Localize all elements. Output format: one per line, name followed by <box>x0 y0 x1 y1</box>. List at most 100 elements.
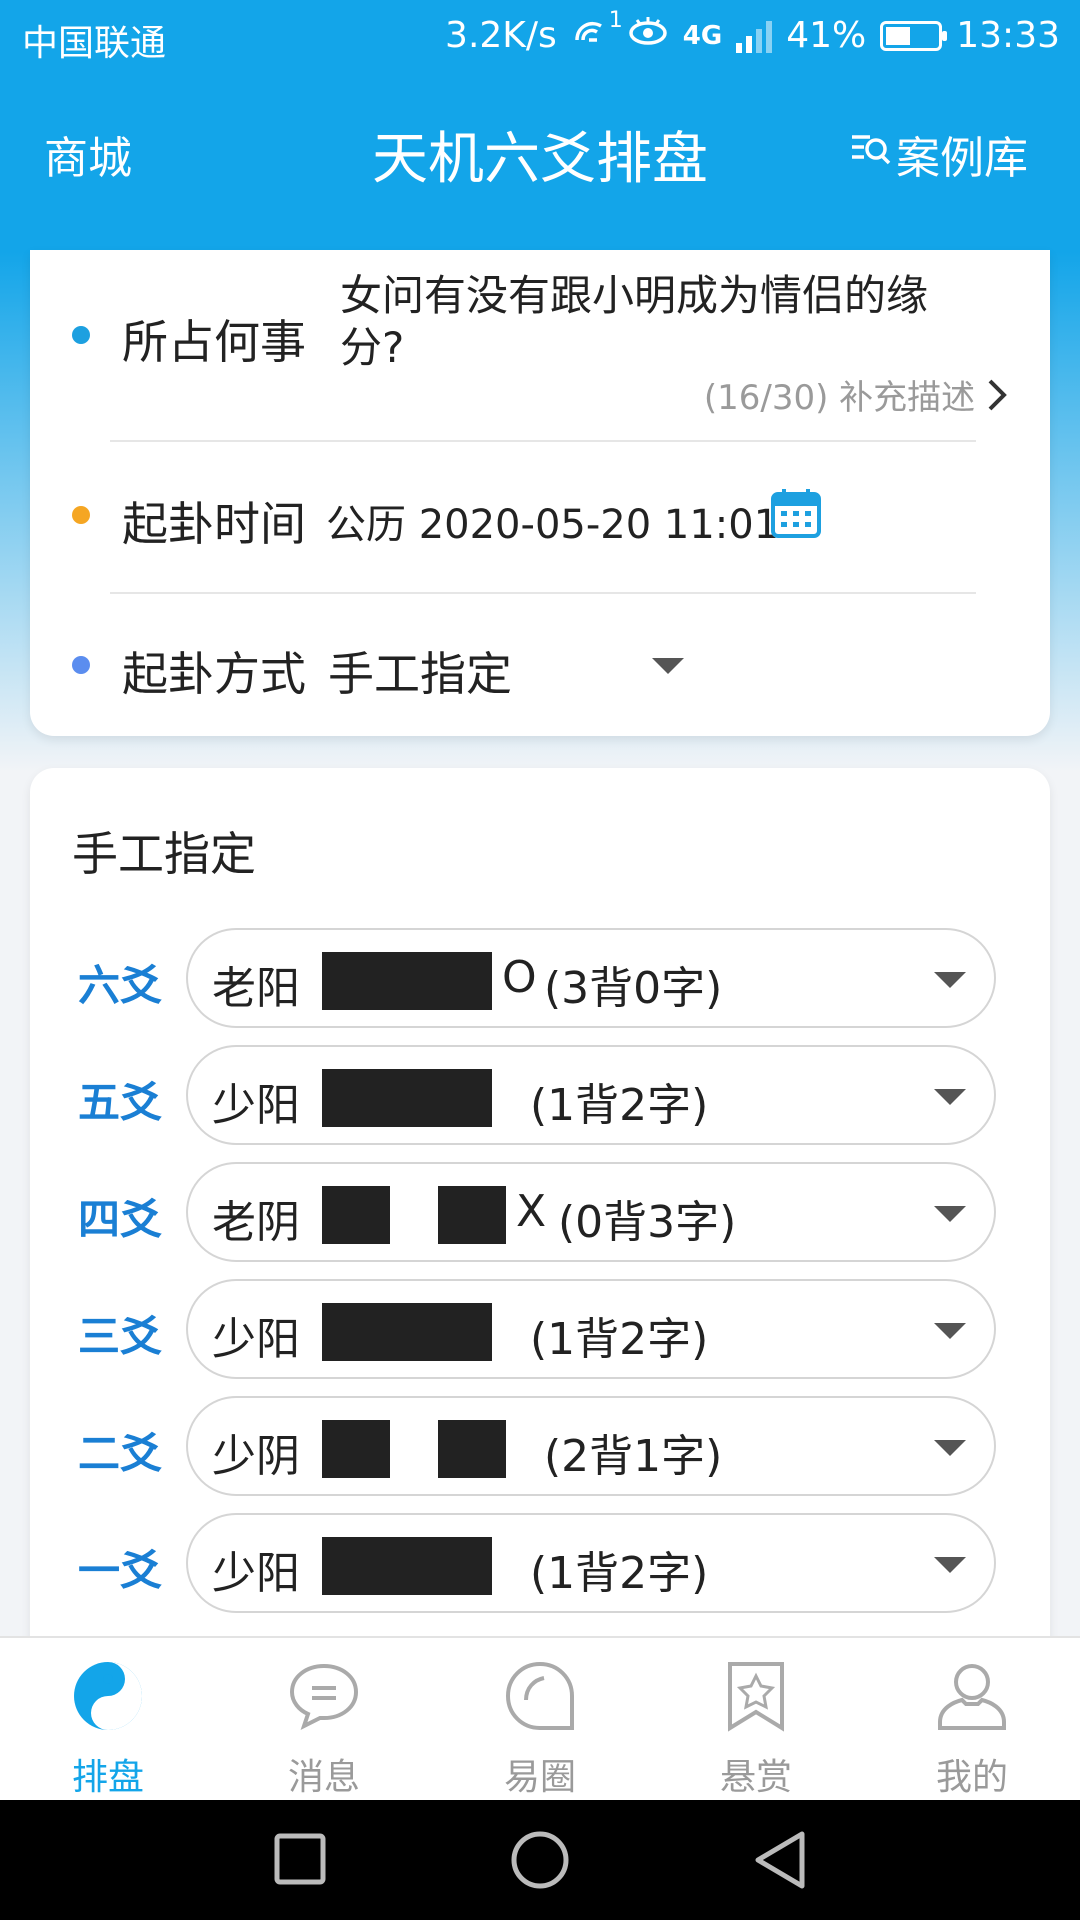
yao-row-1: 一爻 少阳 (1背2字) <box>30 1513 1050 1617</box>
yao-row-3: 三爻 少阳 (1背2字) <box>30 1279 1050 1383</box>
signal-icon <box>736 19 773 53</box>
tab-label: 易圈 <box>503 1757 576 1798</box>
dropdown-caret-icon <box>934 1089 966 1105</box>
yao-count: (2背1字) <box>544 1431 723 1482</box>
dropdown-caret-icon <box>934 1323 966 1339</box>
subject-row: 所占何事 女问有没有跟小明成为情侣的缘分? (16/30) 补充描述 <box>30 250 1050 418</box>
carrier-name: 中国联通 <box>22 23 167 64</box>
yao-label: 三爻 <box>78 1312 163 1361</box>
supplement-description-link[interactable]: (16/30) 补充描述 <box>704 370 1010 422</box>
system-nav-bar <box>0 1800 1080 1920</box>
tab-label: 消息 <box>287 1757 360 1798</box>
chat-bubble-icon <box>288 1660 360 1732</box>
dropdown-caret-icon <box>934 1440 966 1456</box>
method-dot <box>72 656 90 674</box>
status-icons: 3.2K/s 1 4G 41% 13:33 <box>445 8 1060 57</box>
yao-name: 老阳 <box>212 963 300 1014</box>
yao-mark: O <box>502 952 537 1003</box>
chevron-right-icon <box>986 377 1010 422</box>
calendar-icon[interactable] <box>770 486 822 544</box>
time-dot <box>72 506 90 524</box>
yao-label: 五爻 <box>78 1078 163 1127</box>
yao-name: 少阴 <box>212 1431 300 1482</box>
yang-line <box>322 952 492 1010</box>
star-bookmark-icon <box>720 1660 792 1732</box>
divination-info-card: 所占何事 女问有没有跟小明成为情侣的缘分? (16/30) 补充描述 起卦时间 … <box>30 250 1050 736</box>
dropdown-caret-icon <box>934 1206 966 1222</box>
manual-yao-card: 手工指定 六爻 老阳 O (3背0字) 五爻 少阳 (1背2字) 四爻 老阴 X… <box>30 768 1050 1668</box>
yao-label: 六爻 <box>78 961 163 1010</box>
network-type: 4G <box>682 20 723 51</box>
yao-select[interactable]: 少阴 (2背1字) <box>186 1396 996 1496</box>
yao-label: 一爻 <box>78 1546 163 1595</box>
yao-name: 少阳 <box>212 1548 300 1599</box>
char-counter: (16/30) 补充描述 <box>703 378 976 418</box>
method-dropdown-icon[interactable] <box>652 658 684 674</box>
time-label: 起卦时间 <box>122 497 306 551</box>
eye-icon <box>627 14 669 57</box>
yao-row-5: 五爻 少阳 (1背2字) <box>30 1045 1050 1149</box>
yang-line <box>322 1069 492 1127</box>
yao-row-2: 二爻 少阴 (2背1字) <box>30 1396 1050 1500</box>
yao-row-4: 四爻 老阴 X (0背3字) <box>30 1162 1050 1266</box>
tab-label: 悬赏 <box>719 1757 792 1798</box>
yao-label: 四爻 <box>78 1195 163 1244</box>
method-label: 起卦方式 <box>122 647 306 701</box>
yao-select[interactable]: 老阴 X (0背3字) <box>186 1162 996 1262</box>
tab-messages[interactable]: 消息 <box>216 1638 432 1802</box>
dropdown-caret-icon <box>934 1557 966 1573</box>
bottom-tab-bar: 排盘 消息 易圈 悬赏 我的 <box>0 1636 1080 1802</box>
hotspot-icon: 1 <box>571 8 623 57</box>
time-row[interactable]: 起卦时间 公历 2020-05-20 11:01 <box>30 442 1050 592</box>
tab-label: 排盘 <box>71 1757 144 1798</box>
tab-yiquan[interactable]: 易圈 <box>432 1638 648 1802</box>
tab-label: 我的 <box>935 1757 1008 1798</box>
case-search-icon <box>848 127 892 182</box>
yao-count: (1背2字) <box>530 1080 709 1131</box>
circle-bubble-icon <box>504 1660 576 1732</box>
yao-select[interactable]: 少阳 (1背2字) <box>186 1045 996 1145</box>
app-header: 商城 天机六爻排盘 案例库 <box>0 72 1080 252</box>
dropdown-caret-icon <box>934 972 966 988</box>
yao-count: (3背0字) <box>544 963 723 1014</box>
hotspot-count: 1 <box>608 8 623 33</box>
person-icon <box>936 1660 1008 1732</box>
back-button[interactable] <box>752 1830 808 1894</box>
question-text[interactable]: 女问有没有跟小明成为情侣的缘分? <box>340 270 980 374</box>
yao-row-6: 六爻 老阳 O (3背0字) <box>30 928 1050 1032</box>
yin-line-right <box>438 1420 506 1478</box>
yinyang-icon <box>72 1660 144 1732</box>
tab-paipan[interactable]: 排盘 <box>0 1638 216 1802</box>
yao-count: (0背3字) <box>558 1197 737 1248</box>
yao-select[interactable]: 少阳 (1背2字) <box>186 1279 996 1379</box>
subject-dot <box>72 326 90 344</box>
case-library-label: 案例库 <box>896 133 1028 184</box>
yao-mark: X <box>516 1186 547 1237</box>
yao-label: 二爻 <box>78 1429 163 1478</box>
yao-name: 老阴 <box>212 1197 300 1248</box>
yin-line-right <box>438 1186 506 1244</box>
battery-icon <box>880 20 948 51</box>
yang-line <box>322 1303 492 1361</box>
recent-apps-button[interactable] <box>274 1830 326 1892</box>
yao-name: 少阳 <box>212 1314 300 1365</box>
yin-line-left <box>322 1186 390 1244</box>
time-value[interactable]: 公历 2020-05-20 11:01 <box>326 492 779 550</box>
yao-select[interactable]: 老阳 O (3背0字) <box>186 928 996 1028</box>
status-bar: 中国联通 3.2K/s 1 4G 41% 13:33 <box>0 0 1080 72</box>
subject-label: 所占何事 <box>122 315 306 369</box>
battery-percent: 41% <box>786 15 867 56</box>
yang-line <box>322 1537 492 1595</box>
method-value[interactable]: 手工指定 <box>328 638 512 704</box>
network-speed: 3.2K/s <box>445 15 557 56</box>
yin-line-left <box>322 1420 390 1478</box>
yao-name: 少阳 <box>212 1080 300 1131</box>
tab-reward[interactable]: 悬赏 <box>648 1638 864 1802</box>
tab-mine[interactable]: 我的 <box>864 1638 1080 1802</box>
method-row[interactable]: 起卦方式 手工指定 <box>30 594 1050 734</box>
home-button[interactable] <box>510 1830 570 1894</box>
section-title: 手工指定 <box>72 827 256 881</box>
yao-count: (1背2字) <box>530 1548 709 1599</box>
yao-select[interactable]: 少阳 (1背2字) <box>186 1513 996 1613</box>
case-library-button[interactable]: 案例库 <box>848 122 1028 186</box>
